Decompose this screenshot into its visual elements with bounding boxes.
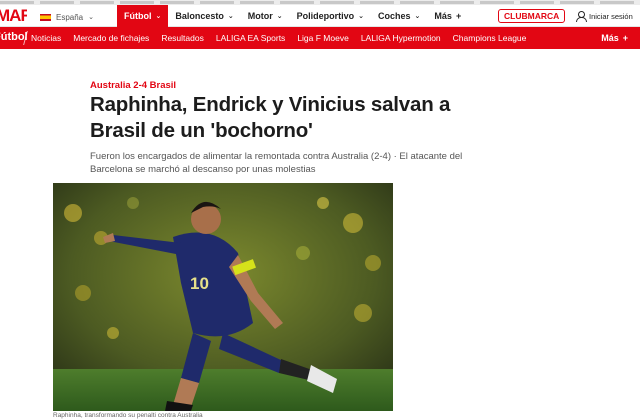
subnav-item-champions[interactable]: Champions League <box>453 33 527 43</box>
user-icon <box>576 11 587 22</box>
subnav-item-hypermotion[interactable]: LALIGA Hypermotion <box>361 33 441 43</box>
chevron-down-icon: ⌄ <box>358 13 365 20</box>
nav-item-coches[interactable]: Coches ⌄ <box>371 5 427 27</box>
login-label: Iniciar sesión <box>589 11 633 21</box>
nav-item-mas[interactable]: Más + <box>427 5 468 27</box>
nav-item-motor[interactable]: Motor ⌄ <box>241 5 290 27</box>
edition-label: España <box>56 12 84 22</box>
edition-selector[interactable]: España ⌄ <box>40 10 94 24</box>
top-bar: MARCA España ⌄ Fútbol⌄ Baloncesto⌄ Motor… <box>0 5 640 27</box>
nav-item-baloncesto[interactable]: Baloncesto ⌄ <box>168 5 240 27</box>
spain-flag-icon <box>40 13 51 21</box>
chevron-down-icon: ⌄ <box>155 13 162 20</box>
nav-item-polideportivo[interactable]: Polideportivo ⌄ <box>290 5 371 27</box>
article-summary: Fueron los encargados de alimentar la re… <box>90 151 463 175</box>
article-kicker[interactable]: Australia 2-4 Brasil <box>90 80 176 91</box>
chevron-down-icon: ⌄ <box>414 13 421 20</box>
article-photo: 10 <box>53 183 393 411</box>
section-nav: Fútbol Noticias Mercado de fichajes Resu… <box>0 27 640 49</box>
subnav-item-ligaf[interactable]: Liga F Moeve <box>297 33 349 43</box>
subnav-item-laliga[interactable]: LALIGA EA Sports <box>216 33 285 43</box>
plus-icon: + <box>622 33 628 43</box>
subnav-item-noticias[interactable]: Noticias <box>31 33 61 43</box>
subnav-item-fichajes[interactable]: Mercado de fichajes <box>73 33 149 43</box>
clubmarca-button[interactable]: CLUBMARCA <box>498 9 566 23</box>
jersey-number: 10 <box>190 274 209 293</box>
plus-icon: + <box>455 11 462 21</box>
marca-logo[interactable]: MARCA <box>0 5 27 27</box>
chevron-down-icon: ⌄ <box>88 14 95 21</box>
subnav-more-button[interactable]: Más + <box>601 27 628 49</box>
login-link[interactable]: Iniciar sesión <box>576 10 633 22</box>
main-nav: Fútbol ⌄ Baloncesto ⌄ Motor ⌄ Polideportivo… <box>117 5 468 27</box>
player-photo-illustration: 10 <box>53 183 393 411</box>
photo-caption: Raphinha, transformando su penalti contr… <box>53 412 203 419</box>
chevron-down-icon: ⌄ <box>227 13 234 20</box>
chevron-down-icon: ⌄ <box>276 13 283 20</box>
subnav-item-resultados[interactable]: Resultados <box>161 33 204 43</box>
nav-item-futbol[interactable]: Fútbol ⌄ <box>117 5 169 27</box>
article-headline: Raphinha, Endrick y Vinicius salvan a Br… <box>90 93 451 142</box>
